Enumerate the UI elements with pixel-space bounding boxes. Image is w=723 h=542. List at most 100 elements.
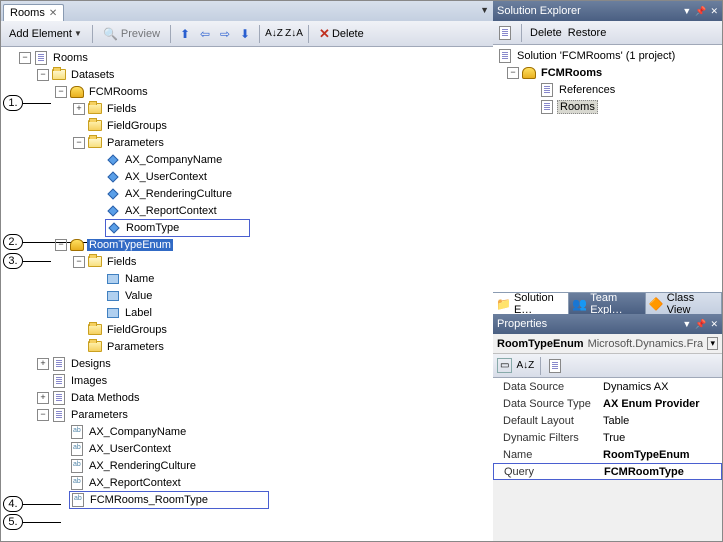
close-icon[interactable]: ✕ [710,319,718,330]
tree-param[interactable]: AX_UserContext [1,440,493,457]
chevron-down-icon: ▼ [74,29,82,38]
arrow-left-icon[interactable]: ⇦ [197,26,213,42]
designs-icon [51,356,67,372]
param-icon [69,424,85,440]
tree-datamethods[interactable]: +Data Methods [1,389,493,406]
tree-field[interactable]: Value [1,287,493,304]
tree-field[interactable]: Name [1,270,493,287]
solution-icon [497,48,513,64]
prop-row-query[interactable]: QueryFCMRoomType [493,463,722,480]
tab-solution-explorer[interactable]: 📁Solution E… [493,293,569,314]
tree-fieldgroups[interactable]: FieldGroups [1,117,493,134]
model-tree: − Rooms − Datasets − FCMRooms + Fields [1,47,493,541]
tree-enum-fields[interactable]: − Fields [1,253,493,270]
prop-row[interactable]: Dynamic FiltersTrue [493,429,722,446]
dataset-icon [69,84,85,100]
param-icon [69,475,85,491]
tree-param[interactable]: AX_RenderingCulture [1,185,493,202]
close-icon[interactable]: ✕ [710,6,718,17]
tree-root[interactable]: − Rooms [1,49,493,66]
project-icon [521,65,537,81]
tree-report-params[interactable]: −Parameters [1,406,493,423]
tab-label: Rooms [10,7,45,19]
property-pages-icon[interactable] [547,358,563,374]
tree-parameters[interactable]: − Parameters [1,134,493,151]
rooms-file-node[interactable]: Rooms [493,98,722,115]
tree-enum-fieldgroups[interactable]: FieldGroups [1,321,493,338]
project-node[interactable]: − FCMRooms [493,64,722,81]
param-icon [69,458,85,474]
tree-fields[interactable]: + Fields [1,100,493,117]
tab-class-view[interactable]: 🔶Class View [646,293,722,314]
add-element-button[interactable]: Add Element ▼ [5,26,86,42]
categorized-icon[interactable]: ▭ [497,358,512,373]
delete-button[interactable]: Delete [530,27,562,39]
folder-icon [87,101,103,117]
properties-header: Properties ▼ 📌 ✕ [493,314,722,334]
field-icon [105,288,121,304]
preview-button[interactable]: 🔍 Preview [99,24,164,44]
solution-node[interactable]: Solution 'FCMRooms' (1 project) [493,47,722,64]
arrow-up-icon[interactable]: ⬆ [177,26,193,42]
diamond-icon [105,186,121,202]
close-icon[interactable]: ✕ [49,8,57,19]
tree-datasets[interactable]: − Datasets [1,66,493,83]
sort-az-icon[interactable]: A↓Z [516,360,534,371]
tree-fcmrooms-roomtype[interactable]: FCMRooms_RoomType [1,491,493,508]
tree-param[interactable]: AX_ReportContext [1,474,493,491]
sort-az-icon[interactable]: A↓Z [266,26,282,42]
tree-roomtype[interactable]: RoomType [1,219,493,236]
prop-row[interactable]: Data SourceDynamics AX [493,378,722,395]
tree-param[interactable]: AX_RenderingCulture [1,457,493,474]
tree-designs[interactable]: +Designs [1,355,493,372]
tree-enum-params[interactable]: Parameters [1,338,493,355]
diamond-icon [105,203,121,219]
properties-toolbar: ▭ A↓Z [493,354,722,378]
sort-za-icon[interactable]: Z↓A [286,26,302,42]
arrow-right-icon[interactable]: ⇨ [217,26,233,42]
dropdown-icon[interactable]: ▼ [682,319,691,329]
tree-param[interactable]: AX_CompanyName [1,423,493,440]
prop-row[interactable]: NameRoomTypeEnum [493,446,722,463]
dataset-icon [69,237,85,253]
dropdown-icon[interactable]: ▼ [682,6,691,16]
tab-rooms[interactable]: Rooms ✕ [3,4,64,21]
tab-overflow-icon[interactable]: ▼ [480,5,489,15]
tool-window-tabs: 📁Solution E… 👥Team Expl… 🔶Class View [493,292,722,314]
arrow-down-icon[interactable]: ⬇ [237,26,253,42]
properties-grid: Data SourceDynamics AX Data Source TypeA… [493,378,722,480]
solution-explorer-icon: 📁 [496,296,511,312]
restore-button[interactable]: Restore [568,27,607,39]
tree-fcmrooms[interactable]: − FCMRooms [1,83,493,100]
diamond-icon [106,220,122,236]
prop-row[interactable]: Default LayoutTable [493,412,722,429]
properties-icon[interactable] [497,25,513,41]
pin-icon[interactable]: 📌 [695,6,706,17]
tree-roomtypeenum[interactable]: − RoomTypeEnum [1,236,493,253]
params-icon [51,407,67,423]
team-explorer-icon: 👥 [572,296,587,312]
param-icon [70,492,86,508]
folder-icon [87,254,103,270]
solution-explorer-header: Solution Explorer ▼ 📌 ✕ [493,1,722,21]
tree-param[interactable]: AX_ReportContext [1,202,493,219]
folder-icon [51,67,67,83]
tree-param[interactable]: AX_UserContext [1,168,493,185]
pin-icon[interactable]: 📌 [695,319,706,330]
tree-field[interactable]: Label [1,304,493,321]
folder-icon [87,135,103,151]
folder-icon [87,118,103,134]
properties-object-selector[interactable]: RoomTypeEnum Microsoft.Dynamics.Framew ▾ [493,334,722,354]
tab-team-explorer[interactable]: 👥Team Expl… [569,293,645,314]
report-icon [539,99,555,115]
images-icon [51,373,67,389]
chevron-down-icon[interactable]: ▾ [707,337,718,350]
delete-button[interactable]: ✕ Delete [315,24,368,44]
prop-row[interactable]: Data Source TypeAX Enum Provider [493,395,722,412]
tree-images[interactable]: Images [1,372,493,389]
references-node[interactable]: References [493,81,722,98]
expander-icon[interactable]: − [19,52,31,64]
model-editor-toolbar: Add Element ▼ 🔍 Preview ⬆ ⇦ ⇨ ⬇ A↓Z Z↓A … [1,21,493,47]
param-icon [69,441,85,457]
tree-param[interactable]: AX_CompanyName [1,151,493,168]
